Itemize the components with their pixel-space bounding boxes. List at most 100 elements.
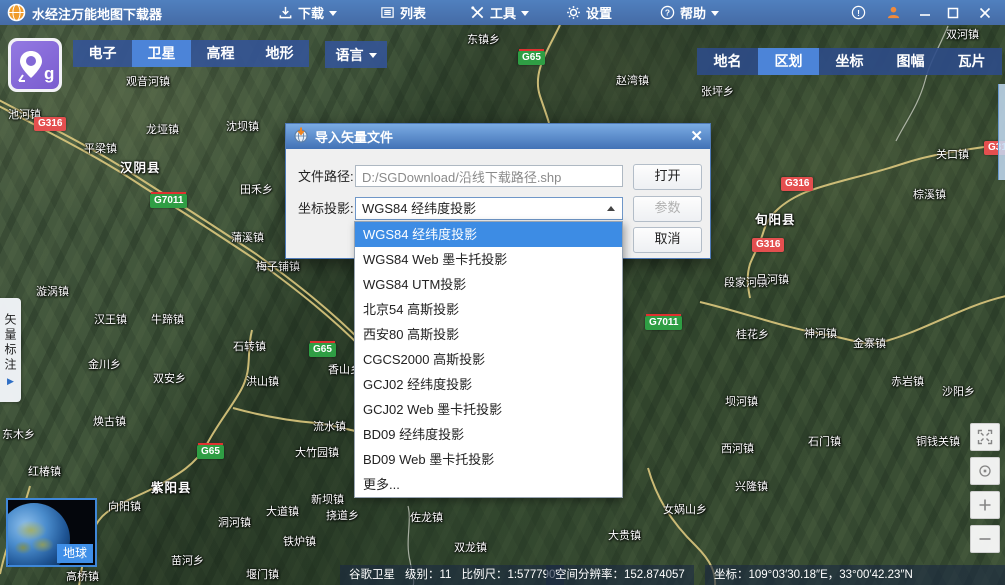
projection-option[interactable]: CGCS2000 高斯投影 [355, 347, 622, 372]
globe-label: 地球 [57, 544, 93, 563]
map-label: 吕河镇 [756, 271, 789, 287]
menu-download[interactable]: 下载 [278, 0, 337, 25]
projection-option[interactable]: WGS84 UTM投影 [355, 272, 622, 297]
zoom-in-button[interactable] [970, 491, 1000, 519]
svg-text:g: g [44, 64, 54, 83]
tab-map-terrain[interactable]: 地形 [250, 40, 309, 67]
menu-label: 帮助 [680, 3, 706, 22]
menu-help[interactable]: ? 帮助 [660, 0, 719, 25]
map-label: 女娲山乡 [663, 501, 707, 517]
tab-map-electronic[interactable]: 电子 [73, 40, 132, 67]
status-coordinates: 坐标：109°03′30.18″E，33°00′42.23″N [705, 565, 1005, 585]
map-label: 佐龙镇 [410, 509, 443, 525]
menu-label: 下载 [298, 3, 324, 22]
map-label: 梅子铺镇 [256, 258, 300, 274]
brand-logo[interactable]: g [8, 38, 62, 92]
tab-map-elevation[interactable]: 高程 [191, 40, 250, 67]
menu-tools[interactable]: 工具 [470, 0, 529, 25]
fullscreen-icon [977, 429, 993, 445]
tab-mapsheets[interactable]: 图幅 [880, 48, 941, 75]
projection-option[interactable]: GCJ02 Web 墨卡托投影 [355, 397, 622, 422]
map-label: 大竹园镇 [295, 444, 339, 460]
app-logo-icon [7, 3, 26, 22]
projection-option[interactable]: 更多... [355, 472, 622, 497]
tab-tiles[interactable]: 瓦片 [941, 48, 1002, 75]
params-button[interactable]: 参数 [633, 196, 702, 222]
tab-map-satellite[interactable]: 卫星 [132, 40, 191, 67]
minimize-button[interactable] [912, 0, 938, 25]
open-button[interactable]: 打开 [633, 164, 702, 190]
projection-option[interactable]: WGS84 Web 墨卡托投影 [355, 247, 622, 272]
menu-settings[interactable]: 设置 [566, 0, 612, 25]
road-badge: G316 [752, 238, 784, 252]
road-badge: G316 [781, 177, 813, 191]
map-label: 双龙镇 [454, 539, 487, 555]
import-globe-icon [293, 127, 309, 146]
zoom-out-button[interactable] [970, 525, 1000, 553]
map-label: 兴隆镇 [735, 478, 768, 494]
map-label: 棕溪镇 [913, 186, 946, 202]
file-path-input[interactable] [355, 165, 623, 187]
map-label: 苗河乡 [171, 552, 204, 568]
projection-option[interactable]: WGS84 经纬度投影 [355, 222, 622, 247]
plus-icon [977, 497, 993, 513]
map-label: 汉阴县 [120, 157, 161, 176]
map-label: 漩涡镇 [36, 283, 69, 299]
titlebar: 水经注万能地图下载器 下载 列表 工具 设置 ? 帮助 ! [0, 0, 1005, 25]
map-label: 平梁镇 [84, 140, 117, 156]
projection-option[interactable]: 北京54 高斯投影 [355, 297, 622, 322]
projection-option[interactable]: BD09 Web 墨卡托投影 [355, 447, 622, 472]
wrench-icon [470, 5, 485, 20]
language-dropdown[interactable]: 语言 [325, 41, 387, 68]
map-label: 铜钱关镇 [916, 433, 960, 449]
road-badge: G65 [197, 445, 224, 459]
map-label: 洪山镇 [246, 373, 279, 389]
road-badge: G7011 [150, 194, 187, 208]
menu-list[interactable]: 列表 [380, 0, 426, 25]
tab-placenames[interactable]: 地名 [697, 48, 758, 75]
projection-combobox[interactable]: WGS84 经纬度投影 [355, 197, 623, 220]
map-label: 大道镇 [266, 503, 299, 519]
maximize-button[interactable] [940, 0, 966, 25]
map-label: 流水镇 [313, 418, 346, 434]
map-label: 赵湾镇 [616, 72, 649, 88]
map-label: 大贵镇 [608, 527, 641, 543]
map-label: 堰门镇 [246, 566, 279, 582]
projection-option[interactable]: GCJ02 经纬度投影 [355, 372, 622, 397]
map-label: 沈坝镇 [226, 118, 259, 134]
gear-icon [566, 5, 581, 20]
dialog-close-icon[interactable]: ✕ [690, 129, 703, 144]
road-badge: G65 [309, 343, 336, 357]
projection-option[interactable]: BD09 经纬度投影 [355, 422, 622, 447]
cancel-button[interactable]: 取消 [633, 227, 702, 253]
map-label: 高桥镇 [66, 568, 99, 584]
map-label: 西河镇 [721, 440, 754, 456]
tab-coordinates[interactable]: 坐标 [819, 48, 880, 75]
map-label: 石转镇 [233, 338, 266, 354]
dialog-titlebar[interactable]: 导入矢量文件 ✕ [286, 124, 710, 149]
download-icon [278, 5, 293, 20]
globe-thumbnail[interactable]: 地球 [6, 498, 97, 567]
collapsed-panel-strip [998, 84, 1005, 180]
minus-icon [977, 531, 993, 547]
vector-annotation-tab[interactable]: 矢量标注 ▶ [0, 298, 21, 402]
help-icon: ? [660, 5, 675, 20]
road-badge: G7011 [645, 316, 682, 330]
close-button[interactable] [972, 0, 998, 25]
user-icon[interactable] [880, 0, 906, 25]
map-label: 东木乡 [2, 426, 35, 442]
locate-button[interactable] [970, 457, 1000, 485]
map-label: 神河镇 [804, 325, 837, 341]
projection-label: 坐标投影: [298, 197, 354, 220]
tab-districts[interactable]: 区划 [758, 48, 819, 75]
dialog-title: 导入矢量文件 [315, 127, 393, 146]
projection-option[interactable]: 西安80 高斯投影 [355, 322, 622, 347]
map-label: 金川乡 [88, 356, 121, 372]
status-resolution-text: 空间分辨率：152.874057 [555, 569, 685, 581]
map-label: 桂花乡 [736, 326, 769, 342]
app-window: 东镇乡双河镇赵湾镇张坪乡观音河镇池河镇龙垭镇沈坝镇平梁镇汉阴县田禾乡蒲溪镇梅子铺… [0, 0, 1005, 585]
fullscreen-button[interactable] [970, 423, 1000, 451]
map-label: 紫阳县 [151, 477, 192, 496]
info-button[interactable]: ! [845, 0, 871, 25]
map-label: 铁炉镇 [283, 533, 316, 549]
